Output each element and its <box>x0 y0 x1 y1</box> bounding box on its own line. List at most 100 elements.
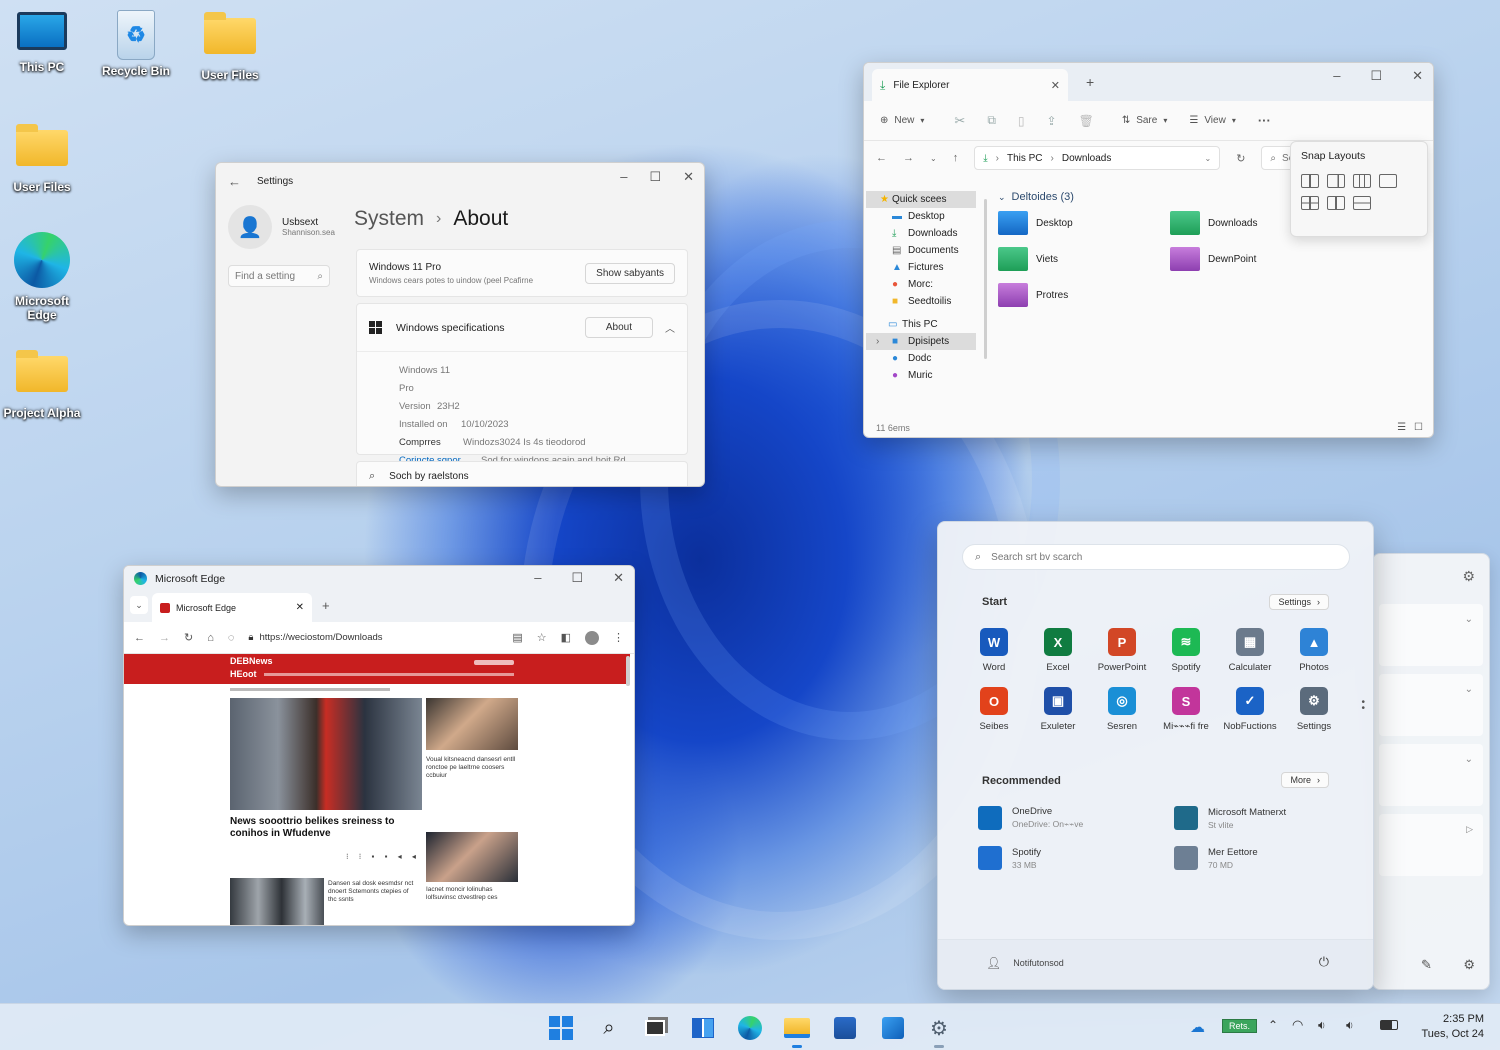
paste-icon[interactable]: ▯ <box>1018 114 1025 128</box>
chevron-down-icon[interactable]: ⌄ <box>1205 154 1212 163</box>
panel-card[interactable]: ⌄ <box>1379 674 1483 736</box>
show-button[interactable]: Show sabyants <box>585 262 675 284</box>
pinned-app-exuleter[interactable]: ▣ Exuleter <box>1026 687 1090 732</box>
recommended-item[interactable]: Microsoft Matnerxt St vlite <box>1174 806 1338 830</box>
gear-icon[interactable]: ⚙ <box>1463 957 1475 973</box>
page-scrollbar[interactable] <box>626 656 630 686</box>
pinned-app-seibes[interactable]: O Seibes <box>962 687 1026 732</box>
desktop-icon-edge[interactable]: Microsoft Edge <box>2 232 82 322</box>
copy-icon[interactable]: ⧉ <box>987 113 996 128</box>
recommended-item[interactable]: OneDrive OneDrive: On⌁⌁ve <box>978 806 1174 830</box>
maximize-icon[interactable]: ☐ <box>1370 68 1382 84</box>
spec-header[interactable]: Windows specifications About ︿ <box>357 304 687 352</box>
file-item[interactable]: Desktop <box>998 211 1170 235</box>
all-settings-button[interactable]: Settings › <box>1269 594 1329 610</box>
start-button[interactable] <box>546 1013 576 1043</box>
news-bottom-image[interactable] <box>230 878 324 925</box>
pinned-app-calculater[interactable]: ▦ Calculater <box>1218 628 1282 673</box>
tab-actions-icon[interactable]: ⌄ <box>130 596 148 614</box>
snap-layout-option[interactable] <box>1353 196 1371 210</box>
refresh-icon[interactable]: ↻ <box>184 631 193 644</box>
close-icon[interactable]: ✕ <box>683 169 694 185</box>
delete-icon[interactable]: 🗑 <box>1079 114 1094 128</box>
news-subnav[interactable] <box>230 688 390 691</box>
shield-icon[interactable]: ◌ <box>228 632 235 644</box>
wifi-icon[interactable]: ◠ <box>1292 1017 1303 1033</box>
snap-layout-option[interactable] <box>1379 174 1397 188</box>
home-icon[interactable]: ⌂ <box>207 632 214 644</box>
pinned-app-sesren[interactable]: ◎ Sesren <box>1090 687 1154 732</box>
details-view-icon[interactable]: ☰ <box>1397 422 1406 433</box>
desktop-icon-user-files-2[interactable]: User Files <box>2 124 82 194</box>
sidebar-item-more[interactable]: ● Morc: <box>866 276 976 293</box>
taskbar-search-icon[interactable]: ⌕ <box>594 1013 624 1043</box>
recommended-item[interactable]: Mer Eettore 70 MD <box>1174 846 1338 870</box>
edge-taskbar-icon[interactable] <box>735 1013 765 1043</box>
widgets-icon[interactable] <box>688 1013 718 1043</box>
address-pc[interactable]: This PC <box>1007 153 1043 164</box>
back-arrow-icon[interactable]: ← <box>228 174 241 189</box>
chevron-up-icon[interactable]: ⌃ <box>1268 1018 1278 1032</box>
news-search[interactable] <box>474 660 514 665</box>
gear-icon[interactable]: ⚙ <box>1462 568 1475 585</box>
news-bottom-text[interactable]: Dansen sal dosk eesmdsr nct dnoert Sctem… <box>328 880 414 904</box>
edit-pencil-icon[interactable]: ✎ <box>1421 957 1432 973</box>
news-section[interactable]: HEoot <box>230 669 257 679</box>
forward-arrow-icon[interactable]: → <box>903 152 914 164</box>
forward-arrow-icon[interactable]: → <box>159 632 170 644</box>
pinned-app-mi-fi-fre[interactable]: S Mi⌁⌁⌁fi fre <box>1154 687 1218 732</box>
panel-card[interactable]: ⌄ <box>1379 744 1483 806</box>
sidebar-item-quick-access[interactable]: ★ Quick scees <box>866 191 976 208</box>
snap-layout-option[interactable] <box>1327 174 1345 188</box>
settings-gear-icon[interactable]: ⚙ <box>924 1013 954 1043</box>
search-input[interactable]: Search srt bv scarch <box>991 552 1082 563</box>
favorite-star-icon[interactable]: ☆ <box>537 631 547 644</box>
news-side-text[interactable]: Voual kitsneacnd dansesrl entll ronctoe … <box>426 756 518 780</box>
volume-icon[interactable]: 🔉︎ <box>1318 1018 1326 1033</box>
new-tab-icon[interactable]: + <box>322 598 330 613</box>
file-item[interactable]: Downloads <box>1170 211 1290 235</box>
pinned-app-spotify[interactable]: ≋ Spotify <box>1154 628 1218 673</box>
desktop-icon-recycle-bin[interactable]: ♻ Recycle Bin <box>96 10 176 78</box>
power-icon[interactable]: ⏻ <box>1319 954 1329 970</box>
panel-card[interactable]: ⌄ <box>1379 604 1483 666</box>
sidebar-item-this-pc[interactable]: ▭ This PC <box>866 316 976 333</box>
news-brand[interactable]: DEBNews <box>230 656 273 666</box>
sidebar-scrollbar[interactable] <box>984 199 987 359</box>
sidebar-item-downloads[interactable]: ⤓ Downloads <box>866 225 976 242</box>
search-input[interactable]: Find a setting <box>235 271 295 282</box>
back-arrow-icon[interactable]: ← <box>876 152 887 164</box>
close-icon[interactable]: ✕ <box>1412 68 1423 84</box>
more-options-icon[interactable]: ··· <box>1258 113 1271 128</box>
onedrive-cloud-icon[interactable]: ☁ <box>1190 1018 1205 1036</box>
pinned-app-nobfuctions[interactable]: ✓ NobFuctions <box>1218 687 1282 732</box>
user-profile[interactable]: 👤 Usbsext Shannison.sea <box>228 205 348 249</box>
sidebar-item-desktop[interactable]: ▬ Desktop <box>866 208 976 225</box>
file-explorer-taskbar-icon[interactable] <box>782 1013 812 1043</box>
about-button[interactable]: About <box>584 317 653 338</box>
minimize-icon[interactable]: – <box>534 570 541 586</box>
volume-icon-2[interactable]: 🔉︎ <box>1346 1018 1354 1033</box>
more-button[interactable]: More › <box>1281 772 1329 788</box>
address-folder[interactable]: Downloads <box>1062 153 1111 164</box>
settings-search[interactable]: Find a setting ⌕ <box>228 265 330 287</box>
new-tab-icon[interactable]: + <box>1086 74 1094 90</box>
snap-layout-option[interactable] <box>1301 196 1319 210</box>
share-icon[interactable]: ⇪ <box>1047 114 1057 128</box>
group-header[interactable]: ⌄ Deltoides (3) <box>998 191 1298 203</box>
user-profile[interactable]: 👤︎ Notifutonsod <box>986 956 1064 970</box>
desktop-icon-this-pc[interactable]: This PC <box>2 12 82 74</box>
view-button[interactable]: ☰ View ▾ <box>1189 115 1235 126</box>
pinned-app-word[interactable]: W Word <box>962 628 1026 673</box>
refresh-icon[interactable]: ↻ <box>1236 152 1245 165</box>
snap-layout-option[interactable] <box>1353 174 1371 188</box>
file-item[interactable]: Viets <box>998 247 1170 271</box>
news-share-row[interactable]: ⁝ ⁝ ▪ ▪ ◂ ◂ ▸ <box>346 852 434 861</box>
breadcrumb-parent[interactable]: System <box>354 207 424 231</box>
new-button[interactable]: ⊕ New ▾ <box>880 115 924 126</box>
sidebar-item-pictures[interactable]: ▲ Fictures <box>866 259 976 276</box>
sidebar-item-seedtoilis[interactable]: ■ Seedtoilis <box>866 293 976 310</box>
more-vertical-icon[interactable]: ⋮ <box>613 631 624 644</box>
news-nav-links[interactable] <box>264 673 514 676</box>
news-side-image-2[interactable] <box>426 832 518 882</box>
